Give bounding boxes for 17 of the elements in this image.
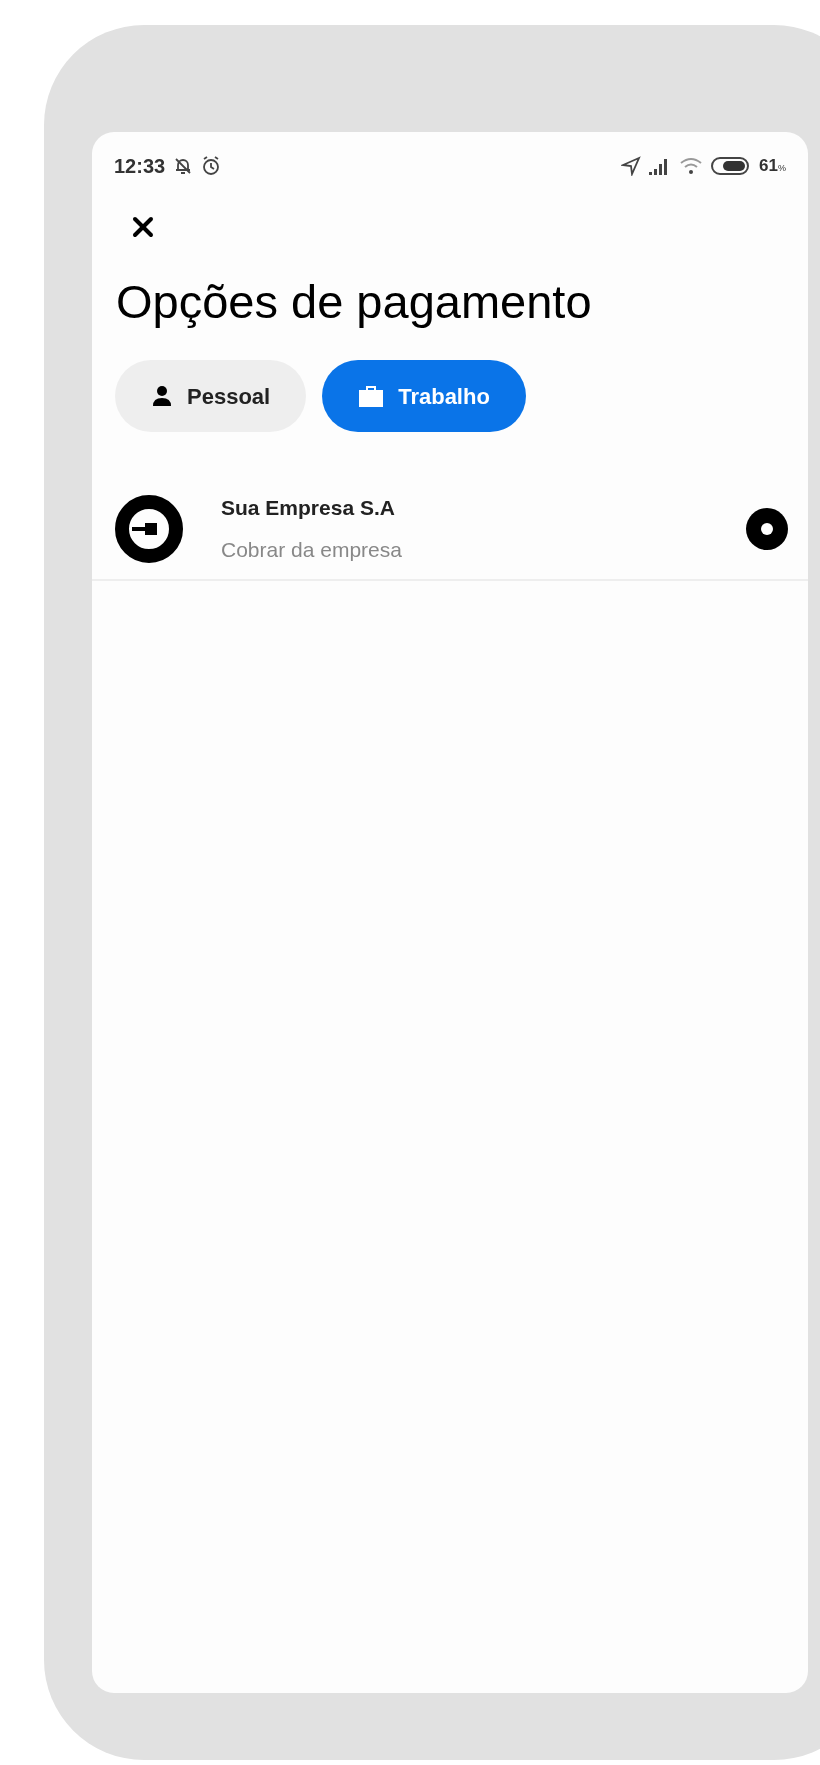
briefcase-icon (358, 384, 385, 408)
company-name: Sua Empresa S.A (221, 495, 396, 521)
battery-percent: 61 (759, 155, 778, 178)
billing-description: Cobrar da empresa (221, 536, 403, 563)
payment-option[interactable]: Sua Empresa S.A Cobrar da empresa (92, 472, 808, 581)
percent-sign: % (778, 163, 786, 176)
company-logo-icon (115, 494, 183, 563)
location-icon (621, 156, 642, 176)
page-title: Opções de pagamento (116, 274, 593, 330)
profile-tab[interactable]: Trabalho (322, 360, 526, 432)
status-time: 12:33 (114, 154, 166, 179)
battery-icon (711, 156, 752, 176)
person-icon (151, 385, 173, 407)
alarm-icon (201, 156, 222, 176)
wifi-icon (679, 157, 704, 175)
radio-button[interactable] (746, 507, 788, 550)
profile-tab[interactable]: Pessoal (115, 360, 307, 432)
